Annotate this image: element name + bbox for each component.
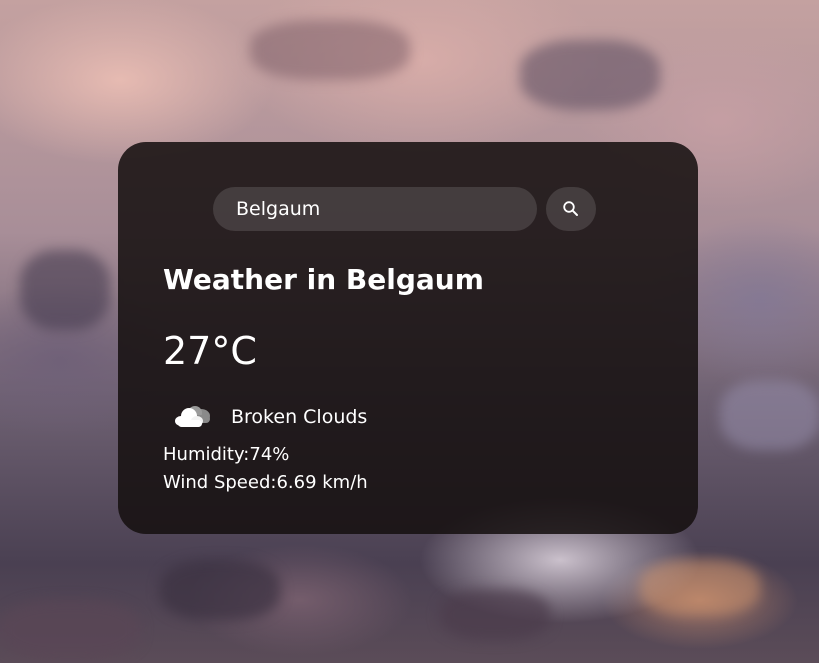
background-blur-shape xyxy=(20,250,110,330)
wind-speed: Wind Speed:6.69 km/h xyxy=(163,472,368,493)
broken-clouds-icon xyxy=(175,406,210,427)
weather-condition: Broken Clouds xyxy=(170,402,367,432)
background-blur-shape xyxy=(250,20,410,80)
background-blur-shape xyxy=(160,560,280,620)
condition-description: Broken Clouds xyxy=(231,406,368,428)
weather-title: Weather in Belgaum xyxy=(163,263,484,296)
background-blur-shape xyxy=(520,40,660,110)
search-icon xyxy=(563,201,578,216)
background-blur-shape xyxy=(720,380,819,450)
weather-card: Weather in Belgaum 27°C Broken Clouds Hu… xyxy=(118,142,698,534)
search-button[interactable] xyxy=(546,187,596,231)
search-bar xyxy=(213,187,603,231)
background-blur-shape xyxy=(440,590,550,640)
background-blur-shape xyxy=(0,600,140,660)
background-blur-shape xyxy=(640,560,760,615)
city-search-input[interactable] xyxy=(213,187,537,231)
temperature: 27°C xyxy=(163,329,257,373)
humidity: Humidity:74% xyxy=(163,444,290,465)
